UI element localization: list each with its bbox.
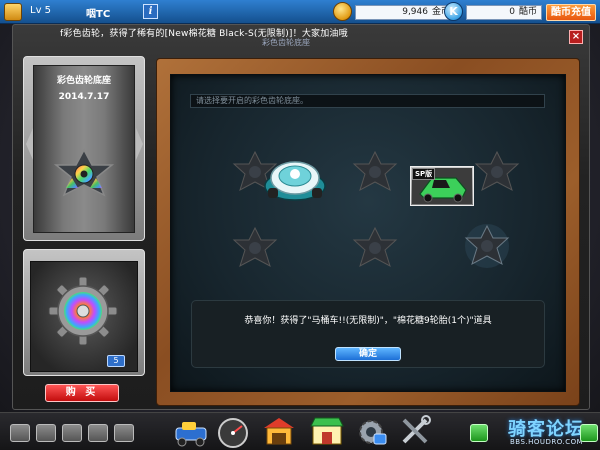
- chassis-slot-8[interactable]: [460, 222, 514, 270]
- forum-url: BBS.HOUDRO.COM: [510, 438, 584, 446]
- player-level: Lv 5: [30, 5, 52, 16]
- player-name: 咽TC: [86, 9, 111, 20]
- chassis-slot-7[interactable]: [348, 224, 402, 272]
- k-coin-icon: K: [444, 2, 463, 21]
- gear-count-badge: 5: [107, 355, 125, 367]
- info-button[interactable]: i: [143, 4, 158, 19]
- chat-icon[interactable]: [114, 424, 134, 442]
- reward-result-text: 恭喜你！获得了"马桶车!!(无限制)"，"棉花糖9轮胎(1个)"道具: [244, 316, 492, 326]
- chassis-date: 2014.7.17: [58, 92, 110, 102]
- star-chassis-icon: [53, 148, 115, 197]
- k-coin-balance: 0 酷币: [466, 5, 542, 20]
- dialog-title: 彩色齿轮底座: [262, 38, 310, 47]
- buy-button[interactable]: 购 买: [45, 384, 119, 402]
- tools-icon[interactable]: [396, 414, 434, 448]
- settings-small-icon[interactable]: [10, 424, 30, 442]
- confirm-green-icon[interactable]: [470, 424, 488, 442]
- race-kart-icon[interactable]: [172, 414, 210, 448]
- rainbow-gear-icon: [48, 276, 118, 346]
- chassis-slot-3[interactable]: [348, 148, 402, 196]
- chassis-slot-6[interactable]: [228, 224, 282, 272]
- gear-settings-icon[interactable]: [352, 414, 390, 448]
- next-arrow-icon[interactable]: [136, 128, 143, 160]
- chassis-name: 彩色齿轮底座: [56, 76, 111, 86]
- home-icon[interactable]: [36, 424, 56, 442]
- friends-icon[interactable]: [88, 424, 108, 442]
- toilet-kart-icon[interactable]: [262, 152, 328, 204]
- gold-coin-icon: [333, 2, 352, 21]
- recharge-button[interactable]: 酷币充值: [546, 4, 596, 21]
- k-coin-unit: 酷币: [518, 7, 537, 17]
- speedometer-icon[interactable]: [214, 414, 252, 448]
- green-action-icon[interactable]: [580, 424, 598, 442]
- shop-icon[interactable]: [308, 414, 346, 448]
- k-coin-value: 0: [509, 7, 515, 17]
- gold-coin-balance: 9,946 金币: [355, 5, 455, 20]
- chassis-slot-5[interactable]: [470, 148, 524, 196]
- chassis-select-input[interactable]: 请选择要开启的彩色齿轮底座。: [190, 94, 545, 108]
- garage-icon[interactable]: [260, 414, 298, 448]
- gold-coin-value: 9,946: [402, 7, 428, 17]
- sp-badge: SP版: [412, 168, 436, 180]
- back-icon[interactable]: [62, 424, 82, 442]
- previous-arrow-icon[interactable]: [26, 128, 33, 160]
- confirm-button[interactable]: 确定: [335, 347, 401, 361]
- game-logo-icon[interactable]: [4, 3, 22, 21]
- close-button[interactable]: ×: [569, 30, 583, 44]
